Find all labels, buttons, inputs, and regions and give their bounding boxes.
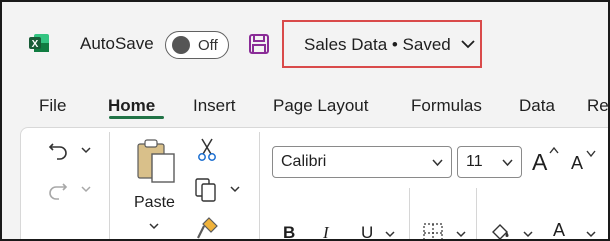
underline-dropdown-chevron-icon[interactable] xyxy=(385,231,395,238)
fill-color-dropdown-chevron-icon[interactable] xyxy=(523,231,533,238)
font-size-select[interactable]: 11 xyxy=(457,146,522,178)
document-title-menu[interactable]: Sales Data • Saved xyxy=(282,20,482,68)
title-bar: X AutoSave Off Sales Data • Saved xyxy=(2,2,608,88)
font-family-value: Calibri xyxy=(281,153,327,170)
chevron-down-icon xyxy=(502,159,513,167)
caret-down-icon xyxy=(586,150,596,158)
tab-page-layout[interactable]: Page Layout xyxy=(273,96,368,116)
autosave-toggle[interactable]: Off xyxy=(165,31,229,59)
active-tab-indicator xyxy=(109,116,164,119)
tab-data[interactable]: Data xyxy=(519,96,555,116)
paste-icon[interactable] xyxy=(135,138,179,186)
tab-review[interactable]: Re xyxy=(587,96,608,116)
excel-window: X AutoSave Off Sales Data • Saved File H… xyxy=(0,0,610,241)
chevron-down-icon xyxy=(432,159,443,167)
italic-button[interactable]: I xyxy=(323,223,329,239)
ribbon-panel: Paste Calibri 11 A A B I U A xyxy=(20,127,608,241)
borders-icon[interactable] xyxy=(422,222,444,241)
toggle-knob xyxy=(172,36,190,54)
separator xyxy=(109,132,110,239)
save-icon[interactable] xyxy=(248,33,270,55)
font-family-select[interactable]: Calibri xyxy=(272,146,452,178)
undo-dropdown-chevron-icon[interactable] xyxy=(81,147,91,154)
separator xyxy=(476,188,477,239)
borders-dropdown-chevron-icon[interactable] xyxy=(456,231,466,238)
font-color-button[interactable]: A xyxy=(553,220,565,239)
format-painter-icon[interactable] xyxy=(195,216,219,240)
autosave-state: Off xyxy=(198,37,218,54)
chevron-down-icon xyxy=(461,40,475,49)
redo-dropdown-chevron-icon[interactable] xyxy=(81,186,91,193)
svg-text:X: X xyxy=(32,39,39,50)
copy-icon[interactable] xyxy=(194,177,218,203)
tab-file[interactable]: File xyxy=(39,96,66,116)
decrease-font-size-button[interactable]: A xyxy=(571,153,583,174)
tab-formulas[interactable]: Formulas xyxy=(411,96,482,116)
underline-button[interactable]: U xyxy=(361,223,373,239)
ribbon-tabs: File Home Insert Page Layout Formulas Da… xyxy=(2,88,608,126)
excel-logo-icon[interactable]: X xyxy=(28,32,50,54)
paste-label[interactable]: Paste xyxy=(134,194,175,212)
paste-dropdown-chevron-icon[interactable] xyxy=(149,223,159,230)
font-size-value: 11 xyxy=(466,153,483,170)
fill-color-icon[interactable] xyxy=(487,220,513,241)
redo-icon[interactable] xyxy=(47,178,69,200)
separator xyxy=(409,188,410,239)
increase-font-size-button[interactable]: A xyxy=(532,149,547,176)
font-color-dropdown-chevron-icon[interactable] xyxy=(586,231,596,238)
copy-dropdown-chevron-icon[interactable] xyxy=(230,186,240,193)
bold-button[interactable]: B xyxy=(283,223,295,239)
document-title: Sales Data • Saved xyxy=(304,35,451,54)
cut-icon[interactable] xyxy=(197,138,217,162)
autosave-label: AutoSave xyxy=(80,34,154,53)
caret-up-icon xyxy=(549,146,559,154)
tab-home[interactable]: Home xyxy=(108,96,155,116)
tab-insert[interactable]: Insert xyxy=(193,96,236,116)
undo-icon[interactable] xyxy=(47,138,69,160)
separator xyxy=(259,132,260,239)
